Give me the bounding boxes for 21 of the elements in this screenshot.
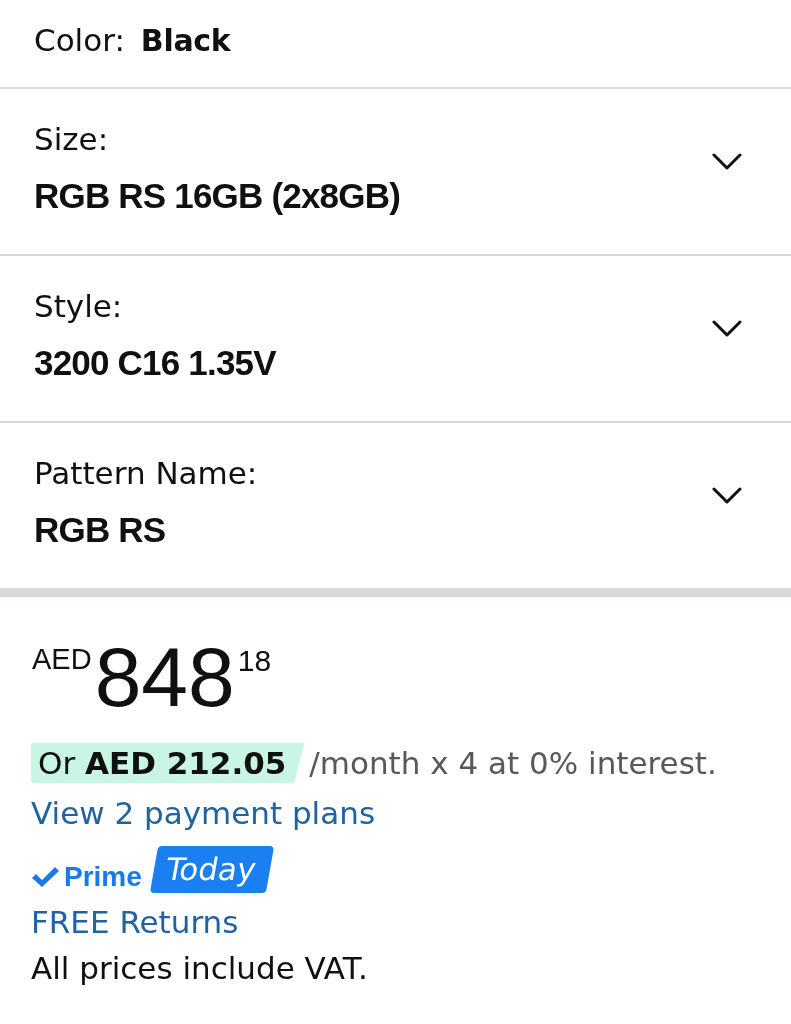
today-badge: Today (149, 846, 274, 893)
variation-label: Color: (34, 22, 125, 58)
variation-label: Pattern Name: (34, 455, 258, 491)
currency-label: AED (32, 645, 92, 674)
check-icon (31, 866, 60, 888)
vat-note: All prices include VAT. (31, 949, 368, 988)
variation-label: Style: (34, 288, 123, 324)
free-returns-link[interactable]: FREE Returns (31, 899, 239, 945)
installment-text: Or AED 212.05 /month x 4 at 0% interest. (31, 738, 717, 788)
variation-value: RGB RS (34, 510, 166, 550)
chevron-down-icon[interactable] (712, 486, 742, 504)
prime-label: Prime (64, 861, 142, 893)
variation-label: Size: (34, 121, 109, 157)
price-fraction: 18 (237, 646, 272, 676)
payment-plans-link[interactable]: View 2 payment plans (31, 788, 376, 838)
variation-value: 3200 C16 1.35V (34, 343, 276, 383)
variation-value: Black (140, 23, 231, 59)
price-whole: 848 (94, 635, 235, 719)
variation-value: RGB RS 16GB (2x8GB) (34, 176, 400, 216)
chevron-down-icon[interactable] (712, 319, 742, 337)
chevron-down-icon[interactable] (712, 152, 742, 170)
